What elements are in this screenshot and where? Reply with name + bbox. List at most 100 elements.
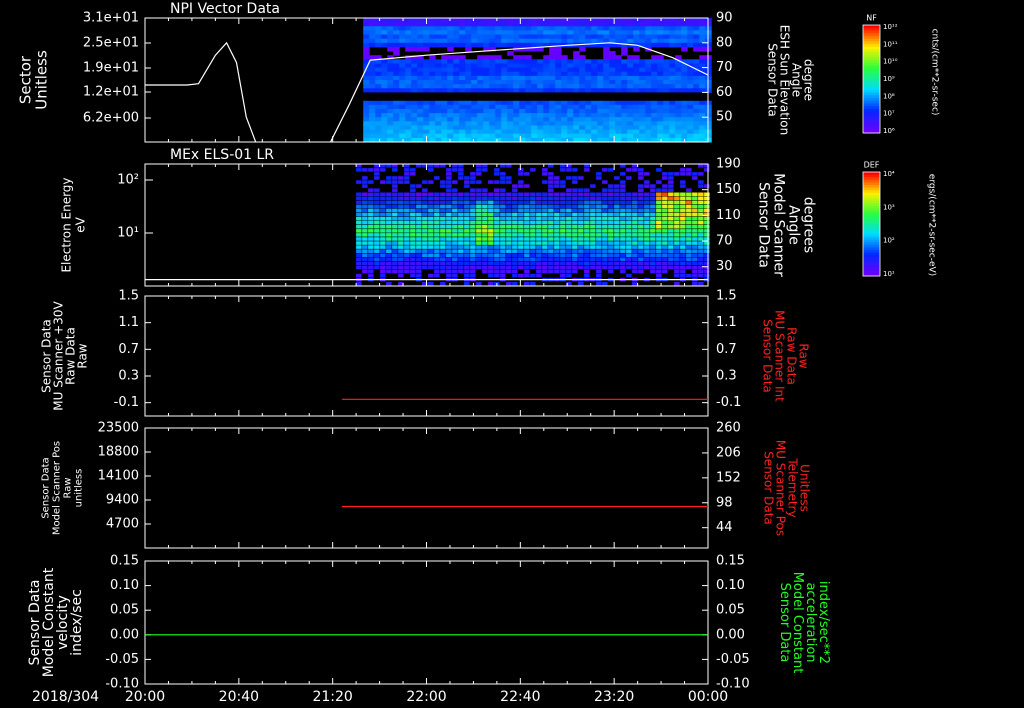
heatmap-cell: [374, 212, 380, 217]
heatmap-cell: [662, 212, 668, 217]
heatmap-cell: [381, 108, 388, 114]
heatmap-cell: [650, 241, 656, 245]
heatmap-cell: [704, 269, 710, 274]
heatmap-cell: [356, 196, 362, 201]
heatmap-cell: [519, 80, 526, 85]
heatmap-cell: [543, 26, 550, 31]
heatmap-cell: [387, 34, 394, 40]
heatmap-cell: [645, 26, 652, 31]
heatmap-cell: [434, 200, 440, 205]
heatmap-cell: [519, 38, 526, 44]
heatmap-cell: [608, 253, 614, 258]
heatmap-cell: [531, 42, 538, 48]
heatmap-cell: [566, 269, 572, 274]
heatmap-cell: [381, 88, 388, 93]
heatmap-cell: [381, 129, 388, 135]
heatmap-cell: [477, 59, 484, 64]
heatmap-cell: [584, 245, 590, 249]
heatmap-cell: [405, 59, 412, 64]
heatmap-cell: [663, 133, 670, 139]
heatmap-cell: [399, 133, 406, 139]
heatmap-cell: [368, 192, 374, 197]
heatmap-cell: [639, 88, 646, 93]
heatmap-cell: [416, 212, 422, 217]
heatmap-cell: [656, 273, 662, 278]
heatmap-cell: [609, 133, 616, 139]
heatmap-cell: [501, 104, 508, 110]
heatmap-cell: [549, 71, 556, 77]
heatmap-cell: [687, 100, 694, 106]
heatmap-cell: [626, 233, 632, 237]
heatmap-cell: [380, 245, 386, 249]
heatmap-cell: [483, 80, 490, 85]
heatmap-cell: [405, 67, 412, 73]
heatmap-cell: [603, 113, 610, 118]
heatmap-cell: [410, 253, 416, 258]
heatmap-cell: [483, 84, 490, 89]
heatmap-cell: [470, 229, 476, 233]
heatmap-cell: [621, 88, 628, 93]
heatmap-cell: [422, 253, 428, 258]
heatmap-cell: [531, 34, 538, 40]
heatmap-cell: [369, 30, 376, 36]
heatmap-cell: [693, 63, 700, 69]
heatmap-cell: [482, 257, 488, 262]
heatmap-cell: [530, 212, 536, 217]
heatmap-cell: [518, 192, 524, 197]
heatmap-cell: [512, 265, 518, 270]
heatmap-cell: [458, 168, 464, 172]
heatmap-cell: [585, 71, 592, 77]
heatmap-cell: [362, 192, 368, 197]
heatmap-cell: [614, 216, 620, 221]
heatmap-cell: [489, 26, 496, 31]
heatmap-cell: [375, 129, 382, 135]
heatmap-cell: [554, 180, 560, 184]
heatmap-cell: [507, 113, 514, 118]
y-axis-label: Model Scanner Pos: [52, 441, 63, 535]
heatmap-cell: [626, 261, 632, 266]
heatmap-cell: [549, 104, 556, 110]
heatmap-cell: [555, 38, 562, 44]
heatmap-cell: [452, 216, 458, 221]
heatmap-cell: [392, 168, 398, 172]
heatmap-cell: [560, 216, 566, 221]
heatmap-cell: [506, 208, 512, 213]
heatmap-cell: [428, 208, 434, 213]
heatmap-cell: [446, 192, 452, 197]
heatmap-cell: [380, 164, 386, 168]
heatmap-cell: [440, 192, 446, 197]
heatmap-cell: [699, 59, 706, 64]
heatmap-cell: [686, 233, 692, 237]
heatmap-cell: [386, 196, 392, 201]
heatmap-cell: [578, 212, 584, 217]
y-tick-label-right: -0.05: [716, 652, 750, 667]
heatmap-cell: [393, 22, 400, 27]
heatmap-cell: [513, 129, 520, 135]
heatmap-cell: [398, 253, 404, 258]
heatmap-cell: [608, 188, 614, 192]
heatmap-cell: [543, 88, 550, 93]
heatmap-cell: [548, 200, 554, 205]
heatmap-cell: [393, 100, 400, 106]
heatmap-cell: [555, 59, 562, 64]
heatmap-cell: [662, 200, 668, 205]
heatmap-cell: [440, 216, 446, 221]
heatmap-cell: [554, 176, 560, 180]
heatmap-cell: [506, 253, 512, 258]
heatmap-cell: [452, 220, 458, 225]
heatmap-cell: [447, 59, 454, 64]
heatmap-cell: [506, 212, 512, 217]
heatmap-cell: [609, 67, 616, 73]
heatmap-cell: [669, 38, 676, 44]
y-axis-label-right: MU Scanner Pos: [774, 440, 788, 536]
heatmap-cell: [470, 273, 476, 278]
heatmap-cell: [362, 237, 368, 241]
heatmap-cell: [393, 104, 400, 110]
heatmap-cell: [663, 80, 670, 85]
heatmap-cell: [441, 38, 448, 44]
heatmap-cell: [507, 22, 514, 27]
heatmap-cell: [458, 225, 464, 229]
heatmap-cell: [554, 184, 560, 188]
heatmap-cell: [680, 273, 686, 278]
heatmap-cell: [567, 121, 574, 126]
